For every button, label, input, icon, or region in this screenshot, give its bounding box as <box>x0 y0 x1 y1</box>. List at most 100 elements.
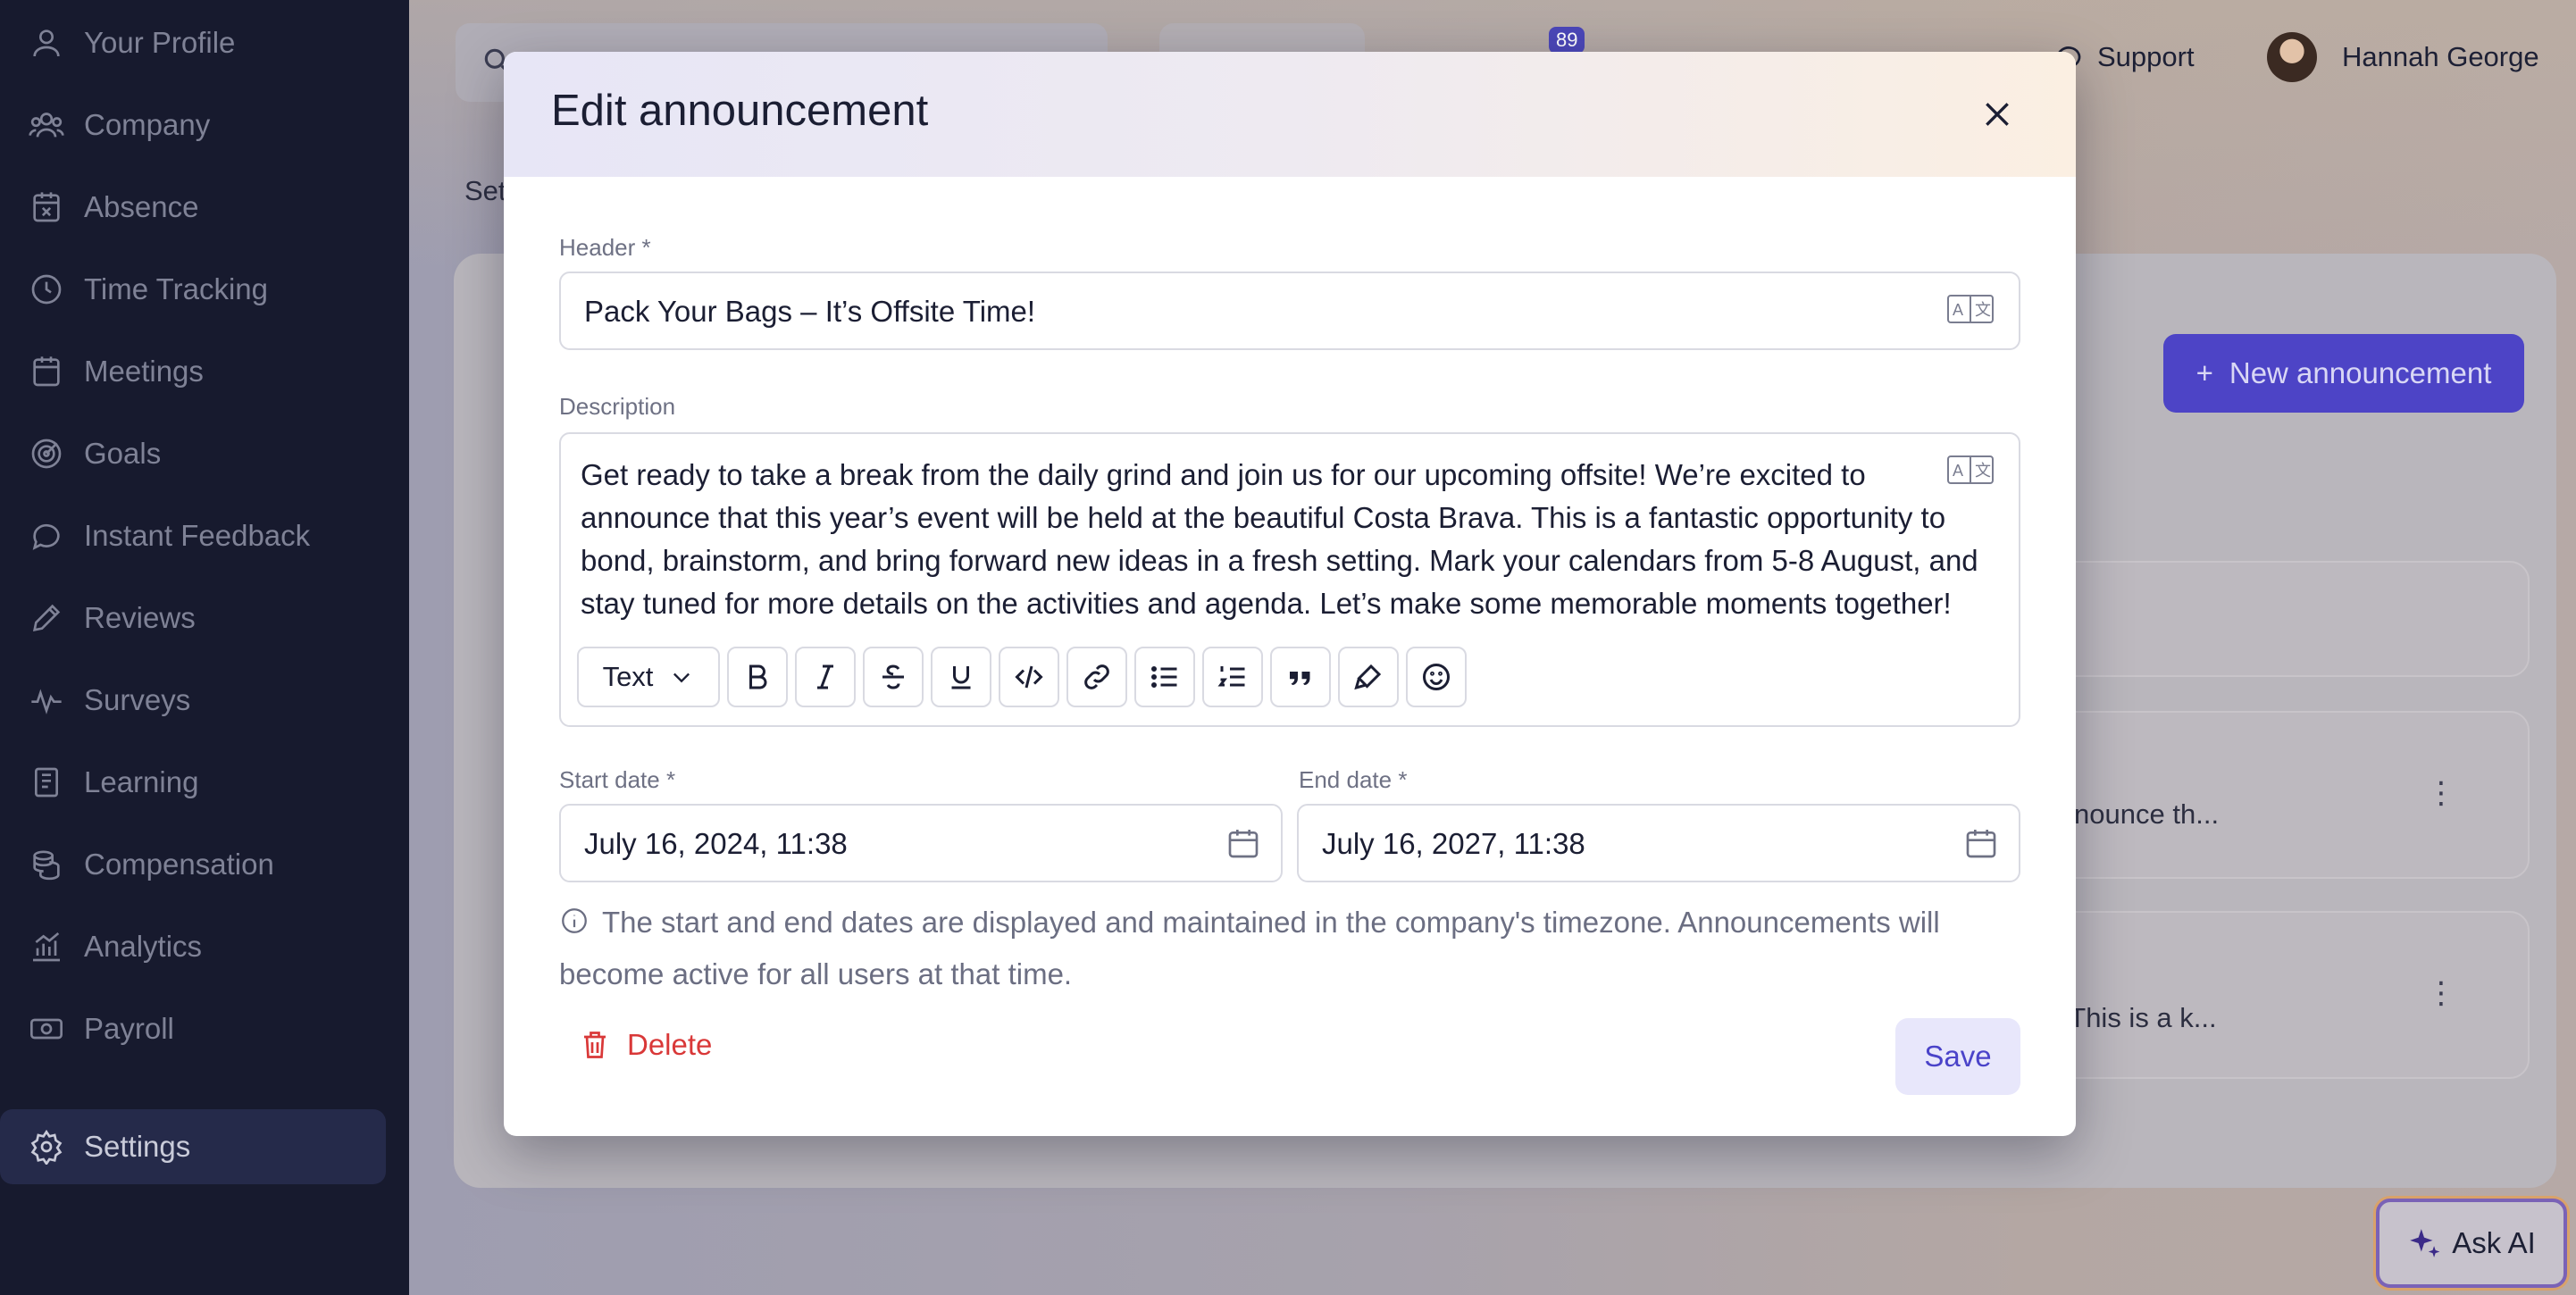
sidebar-item-reviews[interactable]: Reviews <box>0 581 409 656</box>
start-date-field[interactable]: July 16, 2024, 11:38 <box>559 804 1283 882</box>
start-date-label: Start date * <box>559 766 676 793</box>
save-button[interactable]: Save <box>1895 1018 2020 1095</box>
calendar-icon[interactable] <box>1963 825 1999 861</box>
sidebar-item-analytics[interactable]: Analytics <box>0 909 409 984</box>
code-button[interactable] <box>999 647 1059 707</box>
sidebar-item-label: Analytics <box>84 930 203 963</box>
calendar-x-icon <box>29 189 64 225</box>
sidebar-item-company[interactable]: Company <box>0 88 409 163</box>
sidebar-item-compensation[interactable]: Compensation <box>0 827 409 902</box>
chevron-down-icon <box>673 673 690 683</box>
svg-text:文: 文 <box>1975 462 1991 480</box>
code-icon <box>1015 665 1043 689</box>
description-editor[interactable]: Get ready to take a break from the daily… <box>559 432 2020 727</box>
highlighter-icon <box>1354 664 1382 690</box>
sidebar-item-time-tracking[interactable]: Time Tracking <box>0 252 409 327</box>
underline-icon <box>951 666 971 689</box>
bold-icon <box>749 664 767 689</box>
calendar-icon <box>29 354 64 389</box>
sidebar-item-settings[interactable]: Settings <box>0 1109 386 1184</box>
svg-text:A: A <box>1953 301 1963 319</box>
calendar-icon[interactable] <box>1225 825 1261 861</box>
more-vertical-icon[interactable]: ⋮ <box>2426 975 2456 1011</box>
pulse-icon <box>29 682 64 718</box>
description-text[interactable]: Get ready to take a break from the daily… <box>581 454 1983 625</box>
chat-bubble-icon <box>29 518 64 554</box>
user-icon <box>29 25 64 61</box>
quote-button[interactable] <box>1270 647 1331 707</box>
bold-button[interactable] <box>727 647 788 707</box>
sidebar-item-label: Surveys <box>84 683 191 716</box>
sidebar-item-instant-feedback[interactable]: Instant Feedback <box>0 498 409 573</box>
dialog-header: Edit announcement <box>504 52 2076 177</box>
description-field-label: Description <box>559 393 676 420</box>
sidebar-item-label: Settings <box>84 1130 191 1163</box>
text-style-select[interactable]: Text <box>577 647 720 707</box>
sidebar-item-label: Time Tracking <box>84 272 268 305</box>
sidebar-item-goals[interactable]: Goals <box>0 416 409 491</box>
highlight-button[interactable] <box>1338 647 1399 707</box>
italic-button[interactable] <box>795 647 856 707</box>
delete-button[interactable]: Delete <box>579 1027 712 1063</box>
translate-icon[interactable]: A文 <box>1947 295 1994 323</box>
emoji-button[interactable] <box>1406 647 1467 707</box>
sidebar: Your Profile Company Absence Time Tracki… <box>0 0 409 1295</box>
formatting-toolbar: Text <box>577 647 1467 707</box>
edit-announcement-dialog: Edit announcement Header * Pack Your Bag… <box>504 52 2076 1136</box>
sidebar-item-label: Absence <box>84 190 199 223</box>
users-icon <box>29 107 64 143</box>
svg-text:文: 文 <box>1975 301 1991 319</box>
translate-icon[interactable]: A文 <box>1947 455 1994 484</box>
sidebar-item-meetings[interactable]: Meetings <box>0 334 409 409</box>
sidebar-item-absence[interactable]: Absence <box>0 170 409 245</box>
header-field-label: Header * <box>559 234 651 261</box>
sidebar-item-label: Instant Feedback <box>84 519 311 552</box>
more-vertical-icon[interactable]: ⋮ <box>2426 775 2456 811</box>
clock-icon <box>29 272 64 307</box>
sidebar-item-label: Meetings <box>84 355 204 388</box>
underline-button[interactable] <box>931 647 991 707</box>
sidebar-item-label: Your Profile <box>84 26 236 59</box>
banknote-icon <box>29 1011 64 1047</box>
italic-icon <box>817 664 833 689</box>
sidebar-item-label: Goals <box>84 437 162 470</box>
bar-chart-icon <box>29 929 64 965</box>
bullet-list-icon <box>1151 666 1177 688</box>
user-name: Hannah George <box>2342 41 2539 72</box>
link-icon <box>1084 664 1109 689</box>
info-icon <box>562 908 587 933</box>
trash-icon <box>584 1032 606 1058</box>
user-menu[interactable]: Hannah George <box>2267 32 2539 82</box>
sidebar-item-learning[interactable]: Learning <box>0 745 409 820</box>
strikethrough-button[interactable] <box>863 647 924 707</box>
header-input[interactable]: Pack Your Bags – It’s Offsite Time! A文 <box>559 272 2020 350</box>
notification-badge: 89 <box>1549 27 1585 54</box>
avatar <box>2267 32 2317 82</box>
close-button[interactable] <box>1972 89 2022 139</box>
timezone-info: The start and end dates are displayed an… <box>559 906 1940 990</box>
support-label: Support <box>2097 41 2195 72</box>
sidebar-item-label: Company <box>84 108 211 141</box>
close-icon <box>1986 103 2009 126</box>
numbered-list-icon <box>1217 666 1245 687</box>
gear-icon <box>29 1129 64 1166</box>
pencil-icon <box>29 600 64 636</box>
coins-icon <box>29 847 64 882</box>
plus-icon: + <box>2195 356 2213 389</box>
target-icon <box>29 436 64 472</box>
end-date-field[interactable]: July 16, 2027, 11:38 <box>1297 804 2020 882</box>
sidebar-item-label: Reviews <box>84 601 196 634</box>
quote-icon <box>1290 672 1310 685</box>
sidebar-item-payroll[interactable]: Payroll <box>0 991 409 1066</box>
sidebar-item-your-profile[interactable]: Your Profile <box>0 5 409 80</box>
sidebar-item-surveys[interactable]: Surveys <box>0 663 409 738</box>
numbered-list-button[interactable] <box>1202 647 1263 707</box>
sidebar-item-label: Payroll <box>84 1012 174 1045</box>
bullet-list-button[interactable] <box>1134 647 1195 707</box>
book-icon <box>29 764 64 800</box>
tab-settings[interactable]: Set <box>464 175 506 207</box>
end-date-label: End date * <box>1299 766 1408 793</box>
link-button[interactable] <box>1066 647 1127 707</box>
ask-ai-button[interactable]: Ask AI <box>2376 1199 2567 1288</box>
new-announcement-button[interactable]: + New announcement <box>2163 334 2524 413</box>
